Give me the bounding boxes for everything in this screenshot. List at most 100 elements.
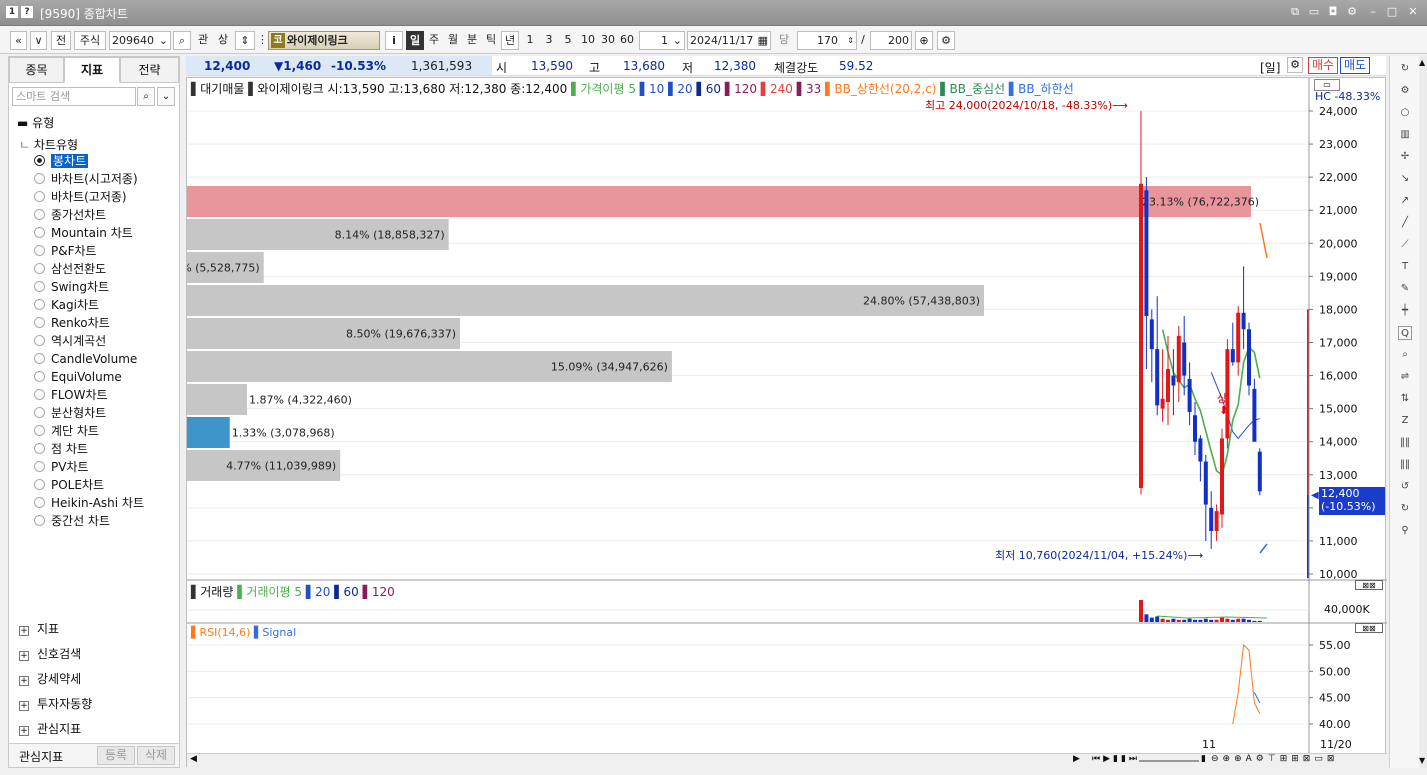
magnifier-icon[interactable]: ⚲	[1398, 524, 1412, 538]
chart-type-item[interactable]: EquiVolume	[34, 369, 122, 386]
radio-icon[interactable]	[34, 191, 45, 202]
line-arrow-icon[interactable]: ↗	[1398, 194, 1412, 208]
category-strength[interactable]: + 강세약세	[19, 670, 81, 687]
minimize-icon[interactable]: –	[1366, 5, 1380, 19]
redo-icon[interactable]: ↻	[1398, 502, 1412, 516]
total-input[interactable]: 200	[870, 31, 912, 50]
interval-5-button[interactable]: 5	[560, 31, 576, 50]
category-signal-search[interactable]: + 신호검색	[19, 645, 81, 662]
chart-type-item[interactable]: Renko차트	[34, 315, 110, 332]
interval-10-button[interactable]: 10	[578, 31, 598, 50]
interval-3-button[interactable]: 3	[541, 31, 557, 50]
link-icon[interactable]: ⧉	[1288, 5, 1302, 19]
text-tool-icon[interactable]: T	[1398, 260, 1412, 274]
sang-button[interactable]: 상	[214, 31, 232, 50]
category-investor-trend[interactable]: + 투자자동향	[19, 695, 92, 712]
expand-icon[interactable]: ⌄	[157, 87, 175, 106]
vertical-scroll-bar[interactable]: ▲ ▼	[1419, 56, 1427, 768]
chart-type-item[interactable]: POLE차트	[34, 477, 104, 494]
period-year-button[interactable]: 년	[501, 31, 519, 50]
radio-icon[interactable]	[34, 353, 45, 364]
radio-icon[interactable]	[34, 299, 45, 310]
legend-vol-ma5[interactable]: 5	[294, 585, 302, 599]
diagonal-line-icon[interactable]: ╱	[1398, 216, 1412, 230]
subgroup-chart-type[interactable]: ㄴ 차트유형	[19, 136, 78, 153]
chart-type-item[interactable]: CandleVolume	[34, 351, 137, 368]
z-tool-icon[interactable]: Z	[1398, 414, 1412, 428]
period-tick-button[interactable]: 틱	[482, 31, 500, 50]
chart-type-item[interactable]: Heikin-Ashi 차트	[34, 495, 144, 512]
delete-button[interactable]: 삭제	[137, 746, 175, 765]
interval-1-button[interactable]: 1	[522, 31, 538, 50]
slider-handle-icon[interactable]: ▮	[1201, 754, 1206, 764]
zoom-controls[interactable]: ⊖⊕⊕A⚙⊤⊞⊞⊠▭⊠	[1211, 754, 1338, 764]
auto-trendline-icon[interactable]: ⟋	[1398, 238, 1412, 252]
legend-ma33[interactable]: 33	[806, 82, 821, 96]
sell-button[interactable]: 매도	[1340, 57, 1370, 74]
scroll-left-icon[interactable]: ◀	[190, 754, 197, 764]
bars-icon[interactable]: ‖‖	[1398, 436, 1412, 450]
chart-canvas[interactable]: 23.13% (76,722,376) 8.14% (18,858,327) 2.3…	[187, 78, 1387, 768]
radio-icon[interactable]	[34, 443, 45, 454]
chart-type-item[interactable]: 중간선 차트	[34, 513, 110, 530]
scroll-right-icon[interactable]: ▶	[1073, 754, 1080, 764]
radio-icon[interactable]	[34, 263, 45, 274]
chart-type-item[interactable]: Swing차트	[34, 279, 109, 296]
chart-type-item[interactable]: 분산형차트	[34, 405, 106, 422]
legend-supply[interactable]: 대기매물	[200, 82, 244, 96]
radio-icon[interactable]	[34, 335, 45, 346]
date-input[interactable]: 2024/11/17 ▦	[687, 31, 771, 50]
radio-icon[interactable]	[34, 389, 45, 400]
tab-indicator[interactable]: 지표	[64, 57, 120, 83]
legend-bb-lower[interactable]: BB_하한선	[1018, 82, 1074, 96]
spin-icon[interactable]: ⇕	[847, 32, 854, 49]
refresh-icon[interactable]: ↻	[1398, 62, 1412, 76]
chart-type-item[interactable]: FLOW차트	[34, 387, 108, 404]
radio-icon[interactable]	[34, 173, 45, 184]
gear-icon[interactable]: ⚙	[1398, 84, 1412, 98]
zoom-list-icon[interactable]: ⌕	[1398, 348, 1412, 362]
radio-icon[interactable]	[34, 317, 45, 328]
legend-ma60[interactable]: 60	[706, 82, 721, 96]
chart-type-item[interactable]: 종가선차트	[34, 207, 106, 224]
kwan-button[interactable]: 관	[194, 31, 212, 50]
chevron-down-icon[interactable]: ⌄	[673, 32, 682, 49]
chevron-down-icon[interactable]: ⌄	[159, 32, 168, 49]
dropdown-button[interactable]: ∨	[30, 31, 47, 50]
radio-icon[interactable]	[34, 155, 45, 166]
search-icon[interactable]: ⌕	[173, 31, 191, 50]
radio-icon[interactable]	[34, 461, 45, 472]
category-favorite-indicator[interactable]: + 관심지표	[19, 720, 81, 737]
radio-icon[interactable]	[34, 281, 45, 292]
radio-icon[interactable]	[34, 497, 45, 508]
chart-area[interactable]: 23.13% (76,722,376) 8.14% (18,858,327) 2.3…	[186, 77, 1387, 768]
legend-volume[interactable]: 거래량	[200, 585, 233, 599]
circle-icon[interactable]: ○	[1398, 106, 1412, 120]
bars-2-icon[interactable]: ‖‖	[1398, 458, 1412, 472]
radio-icon[interactable]	[34, 245, 45, 256]
candle-icon[interactable]: ┿	[1398, 304, 1412, 318]
chart-type-item[interactable]: Kagi차트	[34, 297, 99, 314]
prev-button[interactable]: 전	[51, 31, 71, 50]
market-select[interactable]: 주식	[74, 31, 106, 50]
chart-type-item[interactable]: 계단 차트	[34, 423, 99, 440]
tab-strategy[interactable]: 전략	[120, 57, 179, 83]
chart-type-item[interactable]: 역시계곡선	[34, 333, 106, 350]
chart-type-item[interactable]: Mountain 차트	[34, 225, 133, 242]
horizontal-scroll-bar[interactable]: ◀ ▶ ⏮▶▮▮⏭ ▮ ⊖⊕⊕A⚙⊤⊞⊞⊠▭⊠	[187, 753, 1387, 767]
legend-ma10[interactable]: 10	[649, 82, 664, 96]
scroll-down-icon[interactable]: ▼	[1419, 756, 1425, 765]
radio-icon[interactable]	[34, 209, 45, 220]
undo-icon[interactable]: ↺	[1398, 480, 1412, 494]
chart-type-item[interactable]: P&F차트	[34, 243, 97, 260]
tab-stock[interactable]: 종목	[9, 57, 64, 83]
scroll-up-icon[interactable]: ▲	[1419, 58, 1425, 67]
volume-panel-close-icon[interactable]: ⊠⊠	[1355, 580, 1383, 590]
legend-rsi[interactable]: RSI(14,6)	[199, 626, 250, 639]
interval-30-button[interactable]: 30	[598, 31, 618, 50]
gear-icon[interactable]: ⚙	[937, 31, 955, 50]
stock-name-field[interactable]: 코 와이제이링크	[268, 31, 380, 50]
count-input[interactable]: 170 ⇕	[797, 31, 857, 50]
zoom-region-icon[interactable]: Q	[1398, 326, 1412, 340]
legend-bb-middle[interactable]: BB_중심선	[950, 82, 1006, 96]
